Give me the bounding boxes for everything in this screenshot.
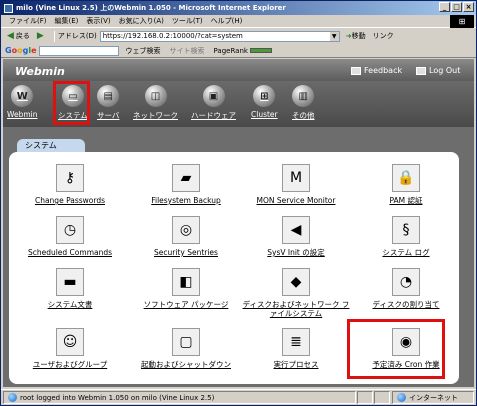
module-running-processes[interactable]: ≣ 実行プロセス <box>241 328 351 369</box>
google-logo: Google <box>5 46 37 55</box>
site-search-button[interactable]: サイト検索 <box>167 46 208 56</box>
section-tab: システム <box>17 139 85 153</box>
close-button[interactable]: × <box>463 2 474 12</box>
minimize-button[interactable]: _ <box>439 2 450 12</box>
menu-view[interactable]: 表示(V) <box>82 16 114 26</box>
logout-icon <box>416 66 426 75</box>
category-servers[interactable]: ▤ サーバ <box>97 85 119 121</box>
quota-icon: ◔ <box>392 268 420 296</box>
arrow-left-icon: ◀ <box>282 216 310 244</box>
mon-icon: M <box>282 164 310 192</box>
chevron-down-icon[interactable]: ▼ <box>329 31 339 41</box>
user-icon: ☺ <box>56 328 84 356</box>
module-security-sentries[interactable]: ◎ Security Sentries <box>131 216 241 257</box>
back-button[interactable]: ◀ 戻る <box>5 31 32 41</box>
cron-module-highlight <box>347 319 445 379</box>
lock-icon: 🔒 <box>392 164 420 192</box>
module-users-groups[interactable]: ☺ ユーザおよびグループ <box>15 328 125 369</box>
menu-favorites[interactable]: お気に入り(A) <box>115 16 168 26</box>
module-sysv-init[interactable]: ◀ SysV Init の設定 <box>241 216 351 257</box>
cluster-icon: ⊞ <box>253 85 276 107</box>
maximize-button[interactable]: □ <box>451 2 462 12</box>
process-icon: ≣ <box>282 328 310 356</box>
menu-file[interactable]: ファイル(F) <box>5 16 51 26</box>
menu-bar: ファイル(F) 編集(E) 表示(V) お気に入り(A) ツール(T) ヘルプ(… <box>1 15 476 28</box>
webmin-icon: W <box>11 85 34 107</box>
category-cluster[interactable]: ⊞ Cluster <box>251 85 278 119</box>
address-label: アドレス(D) <box>57 32 97 40</box>
feedback-link[interactable]: Feedback <box>351 66 402 75</box>
ie-icon <box>4 3 13 13</box>
module-pam[interactable]: 🔒 PAM 認証 <box>351 164 461 205</box>
system-category-highlight <box>53 81 90 125</box>
module-change-passwords[interactable]: ⚷ Change Passwords <box>15 164 125 205</box>
pagerank-bar <box>249 47 272 53</box>
menu-help[interactable]: ヘルプ(H) <box>207 16 247 26</box>
web-search-button[interactable]: ウェブ検索 <box>123 46 164 56</box>
window-title: milo (Vine Linux 2.5) 上のWebmin 1.050 - M… <box>16 4 286 12</box>
toolbar-separator <box>53 30 55 42</box>
mail-icon <box>351 66 361 75</box>
module-system-log[interactable]: § システム ログ <box>351 216 461 257</box>
forward-button[interactable]: ▶ <box>35 31 48 41</box>
category-others[interactable]: ▥ その他 <box>292 85 315 121</box>
links-button[interactable]: リンク <box>371 31 396 41</box>
network-icon: ◫ <box>144 85 167 107</box>
status-cell <box>357 391 373 404</box>
menu-tools[interactable]: ツール(T) <box>168 16 207 26</box>
module-bootup-shutdown[interactable]: ▢ 起動およびシャットダウン <box>131 328 241 369</box>
webmin-logo: Webmin <box>15 65 65 78</box>
address-value: https://192.168.0.2:10000/?cat=system <box>102 31 243 40</box>
module-filesystem-backup[interactable]: ▰ Filesystem Backup <box>131 164 241 205</box>
internet-zone-icon <box>397 393 406 402</box>
monitor-icon: ▢ <box>172 328 200 356</box>
menu-edit[interactable]: 編集(E) <box>51 16 83 26</box>
zone-indicator: インターネット <box>392 391 474 404</box>
google-toolbar: Google ウェブ検索 サイト検索 PageRank <box>1 44 476 58</box>
server-icon: ▤ <box>97 85 120 107</box>
logout-link[interactable]: Log Out <box>416 66 460 75</box>
category-hardware[interactable]: ▣ ハードウェア <box>191 85 236 121</box>
hardware-icon: ▣ <box>202 85 225 107</box>
status-cell <box>374 391 390 404</box>
google-search-input[interactable] <box>38 45 119 56</box>
clock-icon: ◷ <box>56 216 84 244</box>
forward-arrow-icon: ▶ <box>36 31 44 41</box>
module-mon-service-monitor[interactable]: M MON Service Monitor <box>241 164 351 205</box>
module-disk-quotas[interactable]: ◔ ディスクの割り当て <box>351 268 461 309</box>
browser-window: milo (Vine Linux 2.5) 上のWebmin 1.050 - M… <box>0 0 477 406</box>
module-software-packages[interactable]: ◧ ソフトウェア パッケージ <box>131 268 241 309</box>
toolbar: ◀ 戻る ▶ アドレス(D) https://192.168.0.2:10000/… <box>1 29 476 43</box>
category-network[interactable]: ◫ ネットワーク <box>133 85 178 121</box>
sentry-icon: ◎ <box>172 216 200 244</box>
filesystem-icon: ◆ <box>282 268 310 296</box>
module-system-docs[interactable]: ▬ システム文書 <box>15 268 125 309</box>
others-icon: ▥ <box>292 85 315 107</box>
back-arrow-icon: ◀ <box>7 31 14 41</box>
status-bar: root logged into Webmin 1.050 on milo (V… <box>1 389 476 405</box>
page-icon <box>8 393 17 402</box>
module-scheduled-commands[interactable]: ◷ Scheduled Commands <box>15 216 125 257</box>
category-webmin[interactable]: W Webmin <box>7 85 38 119</box>
windows-logo-icon: ⊞ <box>450 15 474 28</box>
module-disk-network-filesystems[interactable]: ◆ ディスクおよびネットワーク ファイルシステム <box>241 268 351 318</box>
status-text-area: root logged into Webmin 1.050 on milo (V… <box>3 391 356 404</box>
webmin-header: Webmin Feedback Log Out <box>3 59 474 81</box>
tape-icon: ▰ <box>172 164 200 192</box>
scroll-icon: § <box>392 216 420 244</box>
title-bar: milo (Vine Linux 2.5) 上のWebmin 1.050 - M… <box>1 1 476 15</box>
pagerank-label: PageRank <box>211 47 277 55</box>
package-icon: ◧ <box>172 268 200 296</box>
keys-icon: ⚷ <box>56 164 84 192</box>
go-button[interactable]: ➜ 移動 <box>344 31 368 41</box>
book-icon: ▬ <box>56 268 84 296</box>
address-bar[interactable]: https://192.168.0.2:10000/?cat=system ▼ <box>99 30 340 42</box>
